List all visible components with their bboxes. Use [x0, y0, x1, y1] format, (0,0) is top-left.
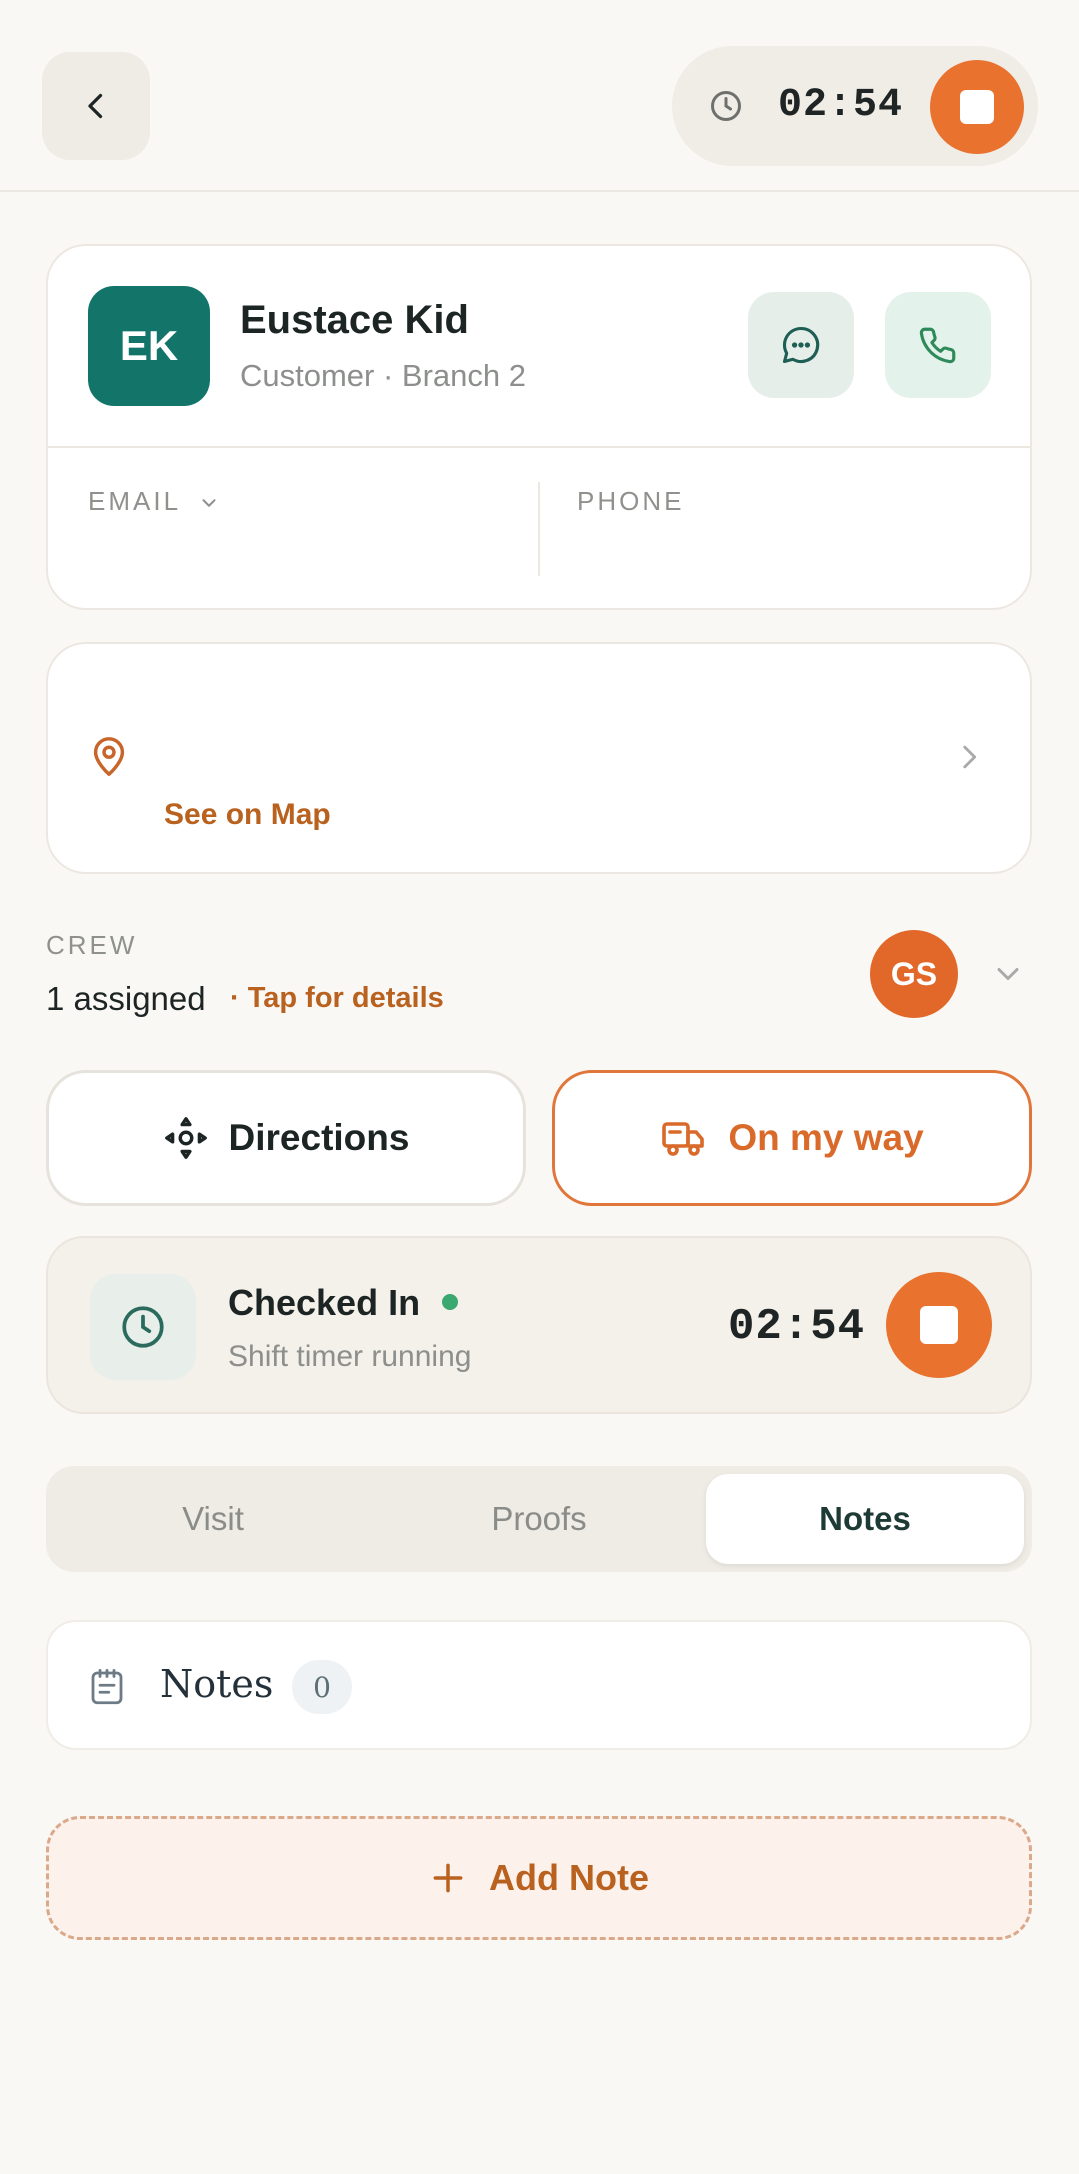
- top-bar: 02:54: [0, 0, 1079, 192]
- call-button[interactable]: [885, 292, 991, 398]
- tab-visit[interactable]: Visit: [54, 1474, 372, 1564]
- crew-count: 1 assigned: [46, 980, 206, 1017]
- crew-member-avatar[interactable]: GS: [870, 930, 958, 1018]
- notepad-icon: [91, 1668, 123, 1705]
- phone-label: PHONE: [577, 486, 685, 516]
- add-note-label: Add Note: [489, 1857, 649, 1898]
- location-card[interactable]: [46, 642, 1032, 874]
- checkin-title: Checked In: [228, 1282, 421, 1323]
- notes-title: Notes: [160, 1662, 274, 1706]
- chevron-right-icon: [963, 745, 977, 769]
- chat-bubble-icon: [782, 326, 820, 364]
- directions-label: Directions: [228, 1117, 410, 1158]
- checkin-subtitle: Shift timer running: [228, 1340, 472, 1373]
- add-note-button[interactable]: Add Note: [46, 1816, 1032, 1940]
- message-button[interactable]: [748, 292, 854, 398]
- contact-divider: [538, 482, 540, 576]
- chevron-down-icon[interactable]: [990, 956, 1026, 992]
- checkin-icon-box: [90, 1274, 196, 1380]
- phone-icon: [919, 327, 956, 364]
- on-my-way-label: On my way: [728, 1117, 924, 1158]
- crew-details-link[interactable]: · Tap for details: [230, 982, 444, 1015]
- on-my-way-button[interactable]: On my way: [552, 1070, 1032, 1206]
- plus-icon: [433, 1863, 463, 1893]
- map-pin-icon: [93, 737, 125, 776]
- checkin-timer: 02:54: [728, 1302, 866, 1352]
- tab-notes[interactable]: Notes: [706, 1474, 1024, 1564]
- notes-section: Notes 0: [46, 1620, 1032, 1750]
- email-label[interactable]: EMAIL: [88, 486, 220, 517]
- see-on-map-link[interactable]: See on Map: [164, 798, 331, 832]
- checkin-card: Checked In Shift timer running 02:54: [46, 1236, 1032, 1414]
- clock-icon: [711, 91, 741, 121]
- crew-label: CREW: [46, 930, 138, 960]
- clock-icon: [122, 1306, 164, 1348]
- truck-icon: [662, 1122, 705, 1156]
- customer-name: Eustace Kid: [240, 298, 469, 342]
- stop-icon: [920, 1306, 958, 1344]
- customer-subtitle: Customer · Branch 2: [240, 358, 526, 393]
- tab-bar: Visit Proofs Notes: [46, 1466, 1032, 1572]
- directions-button[interactable]: Directions: [46, 1070, 526, 1206]
- customer-avatar: EK: [88, 286, 210, 406]
- checkin-stop-button[interactable]: [886, 1272, 992, 1378]
- chevron-left-icon: [88, 93, 103, 119]
- email-label-text: EMAIL: [88, 486, 181, 516]
- back-button[interactable]: [42, 52, 150, 160]
- header-stop-button[interactable]: [930, 60, 1024, 154]
- chevron-down-icon: [202, 499, 216, 507]
- notes-count-badge: 0: [292, 1660, 352, 1714]
- directions-icon: [164, 1117, 207, 1159]
- status-dot: [442, 1294, 458, 1310]
- header-timer-pill: 02:54: [672, 46, 1038, 166]
- header-timer-value: 02:54: [778, 83, 904, 128]
- customer-card-divider: [48, 446, 1030, 448]
- tab-proofs[interactable]: Proofs: [380, 1474, 698, 1564]
- stop-icon: [960, 90, 994, 124]
